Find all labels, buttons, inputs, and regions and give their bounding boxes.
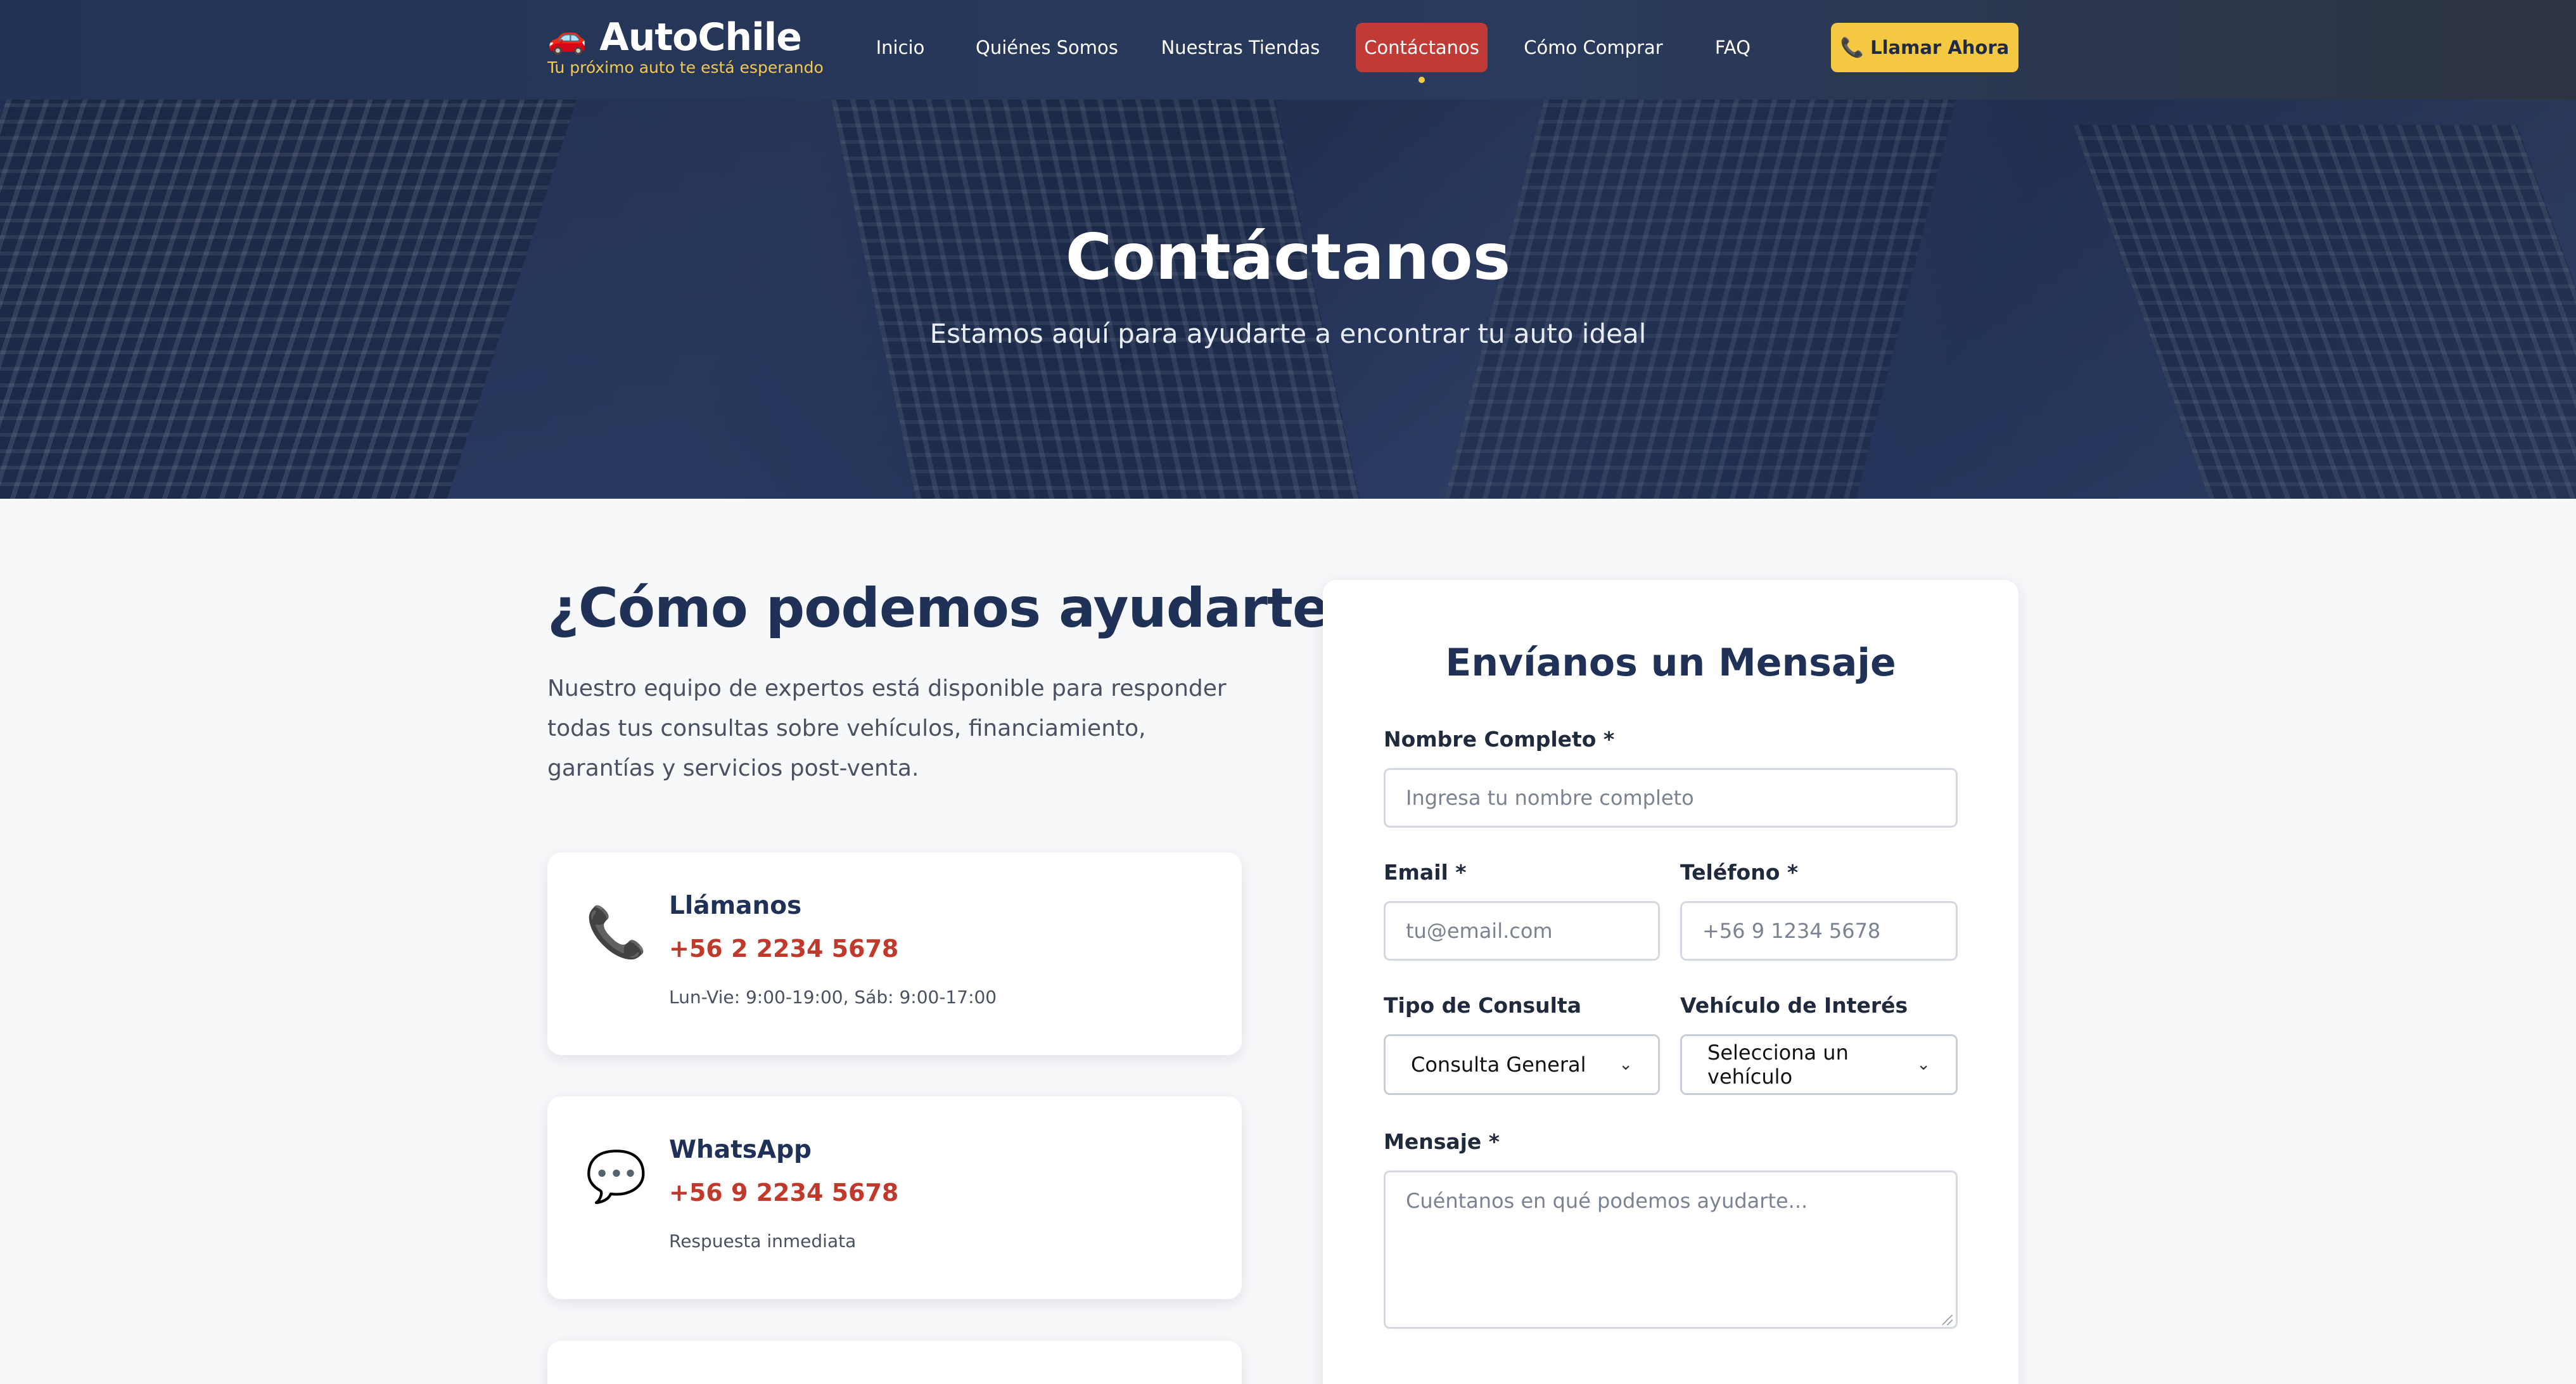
contact-card-whatsapp-link[interactable]: +56 9 2234 5678 [669, 1179, 898, 1207]
help-heading: ¿Cómo podemos ayudarte? [547, 577, 1360, 640]
phone-label: Teléfono * [1680, 860, 1799, 885]
contact-card-title: Llámanos [669, 892, 802, 920]
contact-card-hours: Lun-Vie: 9:00-19:00, Sáb: 9:00-17:00 [669, 987, 997, 1008]
hero-banner: Contáctanos Estamos aquí para ayudarte a… [0, 99, 2576, 499]
email-input[interactable] [1384, 901, 1660, 961]
chevron-down-icon: ⌄ [1916, 1055, 1930, 1074]
nav-item-nuestras-tiendas[interactable]: Nuestras Tiendas [1158, 23, 1323, 72]
chat-bubble-icon: 💬 [585, 1148, 647, 1205]
name-input[interactable] [1384, 768, 1958, 828]
contact-form: Envíanos un Mensaje Nombre Completo * Em… [1323, 580, 2018, 1384]
vehicle-select[interactable]: Selecciona un vehículo ⌄ [1680, 1034, 1958, 1095]
contact-card-phone: 📞 Llámanos +56 2 2234 5678 Lun-Vie: 9:00… [547, 852, 1242, 1055]
main-nav: Inicio Quiénes Somos Nuestras Tiendas Co… [0, 0, 2576, 99]
nav-item-quienes-somos[interactable]: Quiénes Somos [976, 23, 1118, 72]
page-title: Contáctanos [1065, 220, 1511, 294]
form-title: Envíanos un Mensaje [1445, 641, 1896, 685]
inquiry-type-select[interactable]: Consulta General ⌄ [1384, 1034, 1660, 1095]
building-backdrop [1427, 99, 1963, 499]
phone-input[interactable] [1680, 901, 1958, 961]
nav-item-como-comprar[interactable]: Cómo Comprar [1523, 23, 1664, 72]
resize-handle-icon[interactable] [1942, 1315, 1953, 1325]
nav-item-inicio[interactable]: Inicio [865, 23, 935, 72]
inquiry-type-value: Consulta General [1411, 1053, 1586, 1077]
help-description: Nuestro equipo de expertos está disponib… [547, 676, 1227, 781]
name-label: Nombre Completo * [1384, 727, 1615, 752]
email-label: Email * [1384, 860, 1467, 885]
message-textarea[interactable] [1384, 1170, 1958, 1329]
contact-card-title: WhatsApp [669, 1136, 812, 1164]
contact-card-phone-link[interactable]: +56 2 2234 5678 [669, 935, 898, 963]
contact-card-partial [547, 1341, 1242, 1384]
vehicle-value: Selecciona un vehículo [1707, 1041, 1849, 1089]
contact-card-whatsapp: 💬 WhatsApp +56 9 2234 5678 Respuesta inm… [547, 1096, 1242, 1299]
building-backdrop [2073, 125, 2576, 499]
call-now-button[interactable]: 📞 Llamar Ahora [1831, 23, 2018, 72]
phone-icon: 📞 [585, 904, 647, 961]
building-backdrop [0, 99, 589, 499]
vehicle-label: Vehículo de Interés [1680, 993, 1908, 1018]
phone-icon: 📞 [1840, 36, 1865, 59]
top-navbar: 🚗 AutoChile Tu próximo auto te está espe… [0, 0, 2576, 99]
message-label: Mensaje * [1384, 1129, 1500, 1154]
inquiry-type-label: Tipo de Consulta [1384, 993, 1581, 1018]
nav-item-contactanos[interactable]: Contáctanos [1356, 23, 1488, 83]
contact-card-note: Respuesta inmediata [669, 1231, 857, 1252]
call-now-label: Llamar Ahora [1870, 37, 2010, 58]
page-subtitle: Estamos aquí para ayudarte a encontrar t… [929, 318, 1647, 349]
nav-item-label: Contáctanos [1364, 37, 1479, 58]
active-indicator-dot [1419, 77, 1425, 83]
building-backdrop [820, 99, 1372, 499]
nav-item-faq[interactable]: FAQ [1704, 23, 1761, 72]
chevron-down-icon: ⌄ [1619, 1055, 1633, 1074]
